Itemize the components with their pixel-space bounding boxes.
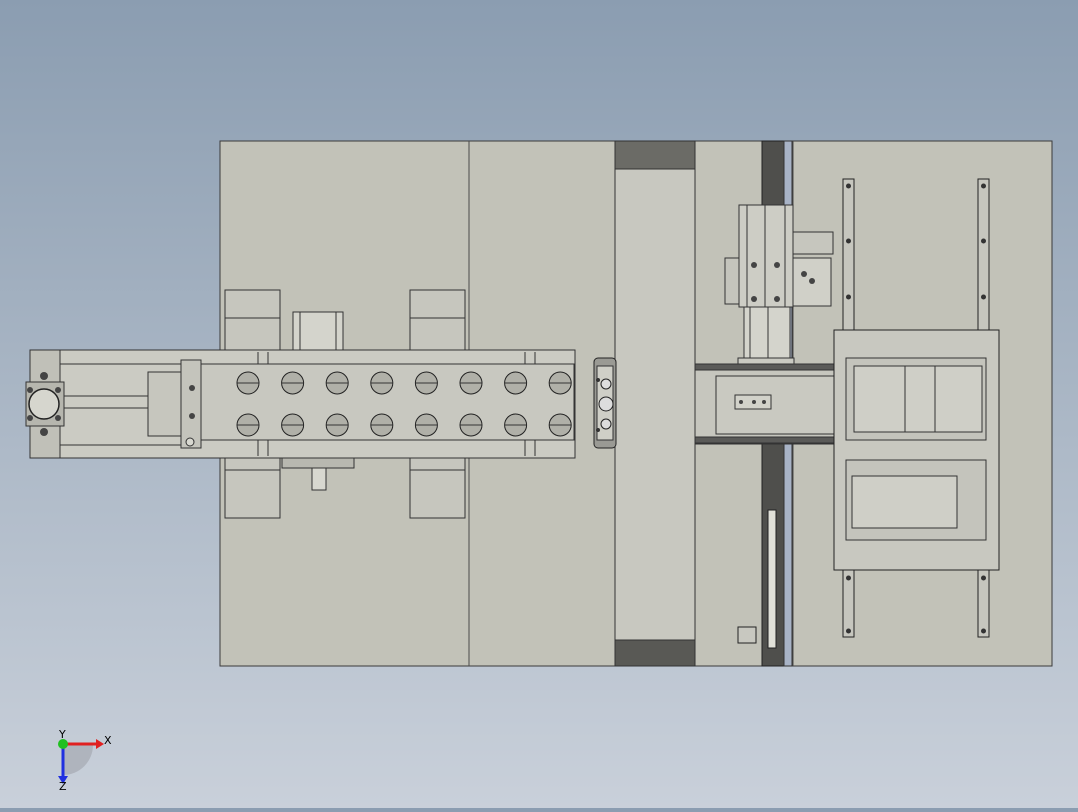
rail-bolt (981, 628, 986, 634)
triad-z-label: Z (59, 780, 67, 793)
rail-bolt (981, 183, 986, 189)
triad-y-label: Y (58, 728, 66, 741)
rail-bolt (846, 238, 851, 244)
tray-carrier[interactable] (833, 329, 1000, 571)
assembly-drawing[interactable]: X Y Z (0, 0, 1078, 808)
gripper-head[interactable] (593, 357, 617, 449)
rail-bolt (846, 628, 851, 634)
coordinate-triad-icon: X Y Z (58, 728, 112, 793)
rail-bolt (981, 238, 986, 244)
hole-tray[interactable] (200, 352, 575, 456)
rail-bolt (846, 294, 851, 300)
rail-bolt (981, 294, 986, 300)
rail-bolt (846, 575, 851, 581)
transfer-rail[interactable] (694, 363, 839, 445)
rail-bolt (981, 575, 986, 581)
triad-x-label: X (104, 734, 112, 747)
cad-viewport[interactable]: X Y Z (0, 0, 1078, 808)
rail-bolt (846, 183, 851, 189)
center-conveyor[interactable] (614, 140, 696, 667)
